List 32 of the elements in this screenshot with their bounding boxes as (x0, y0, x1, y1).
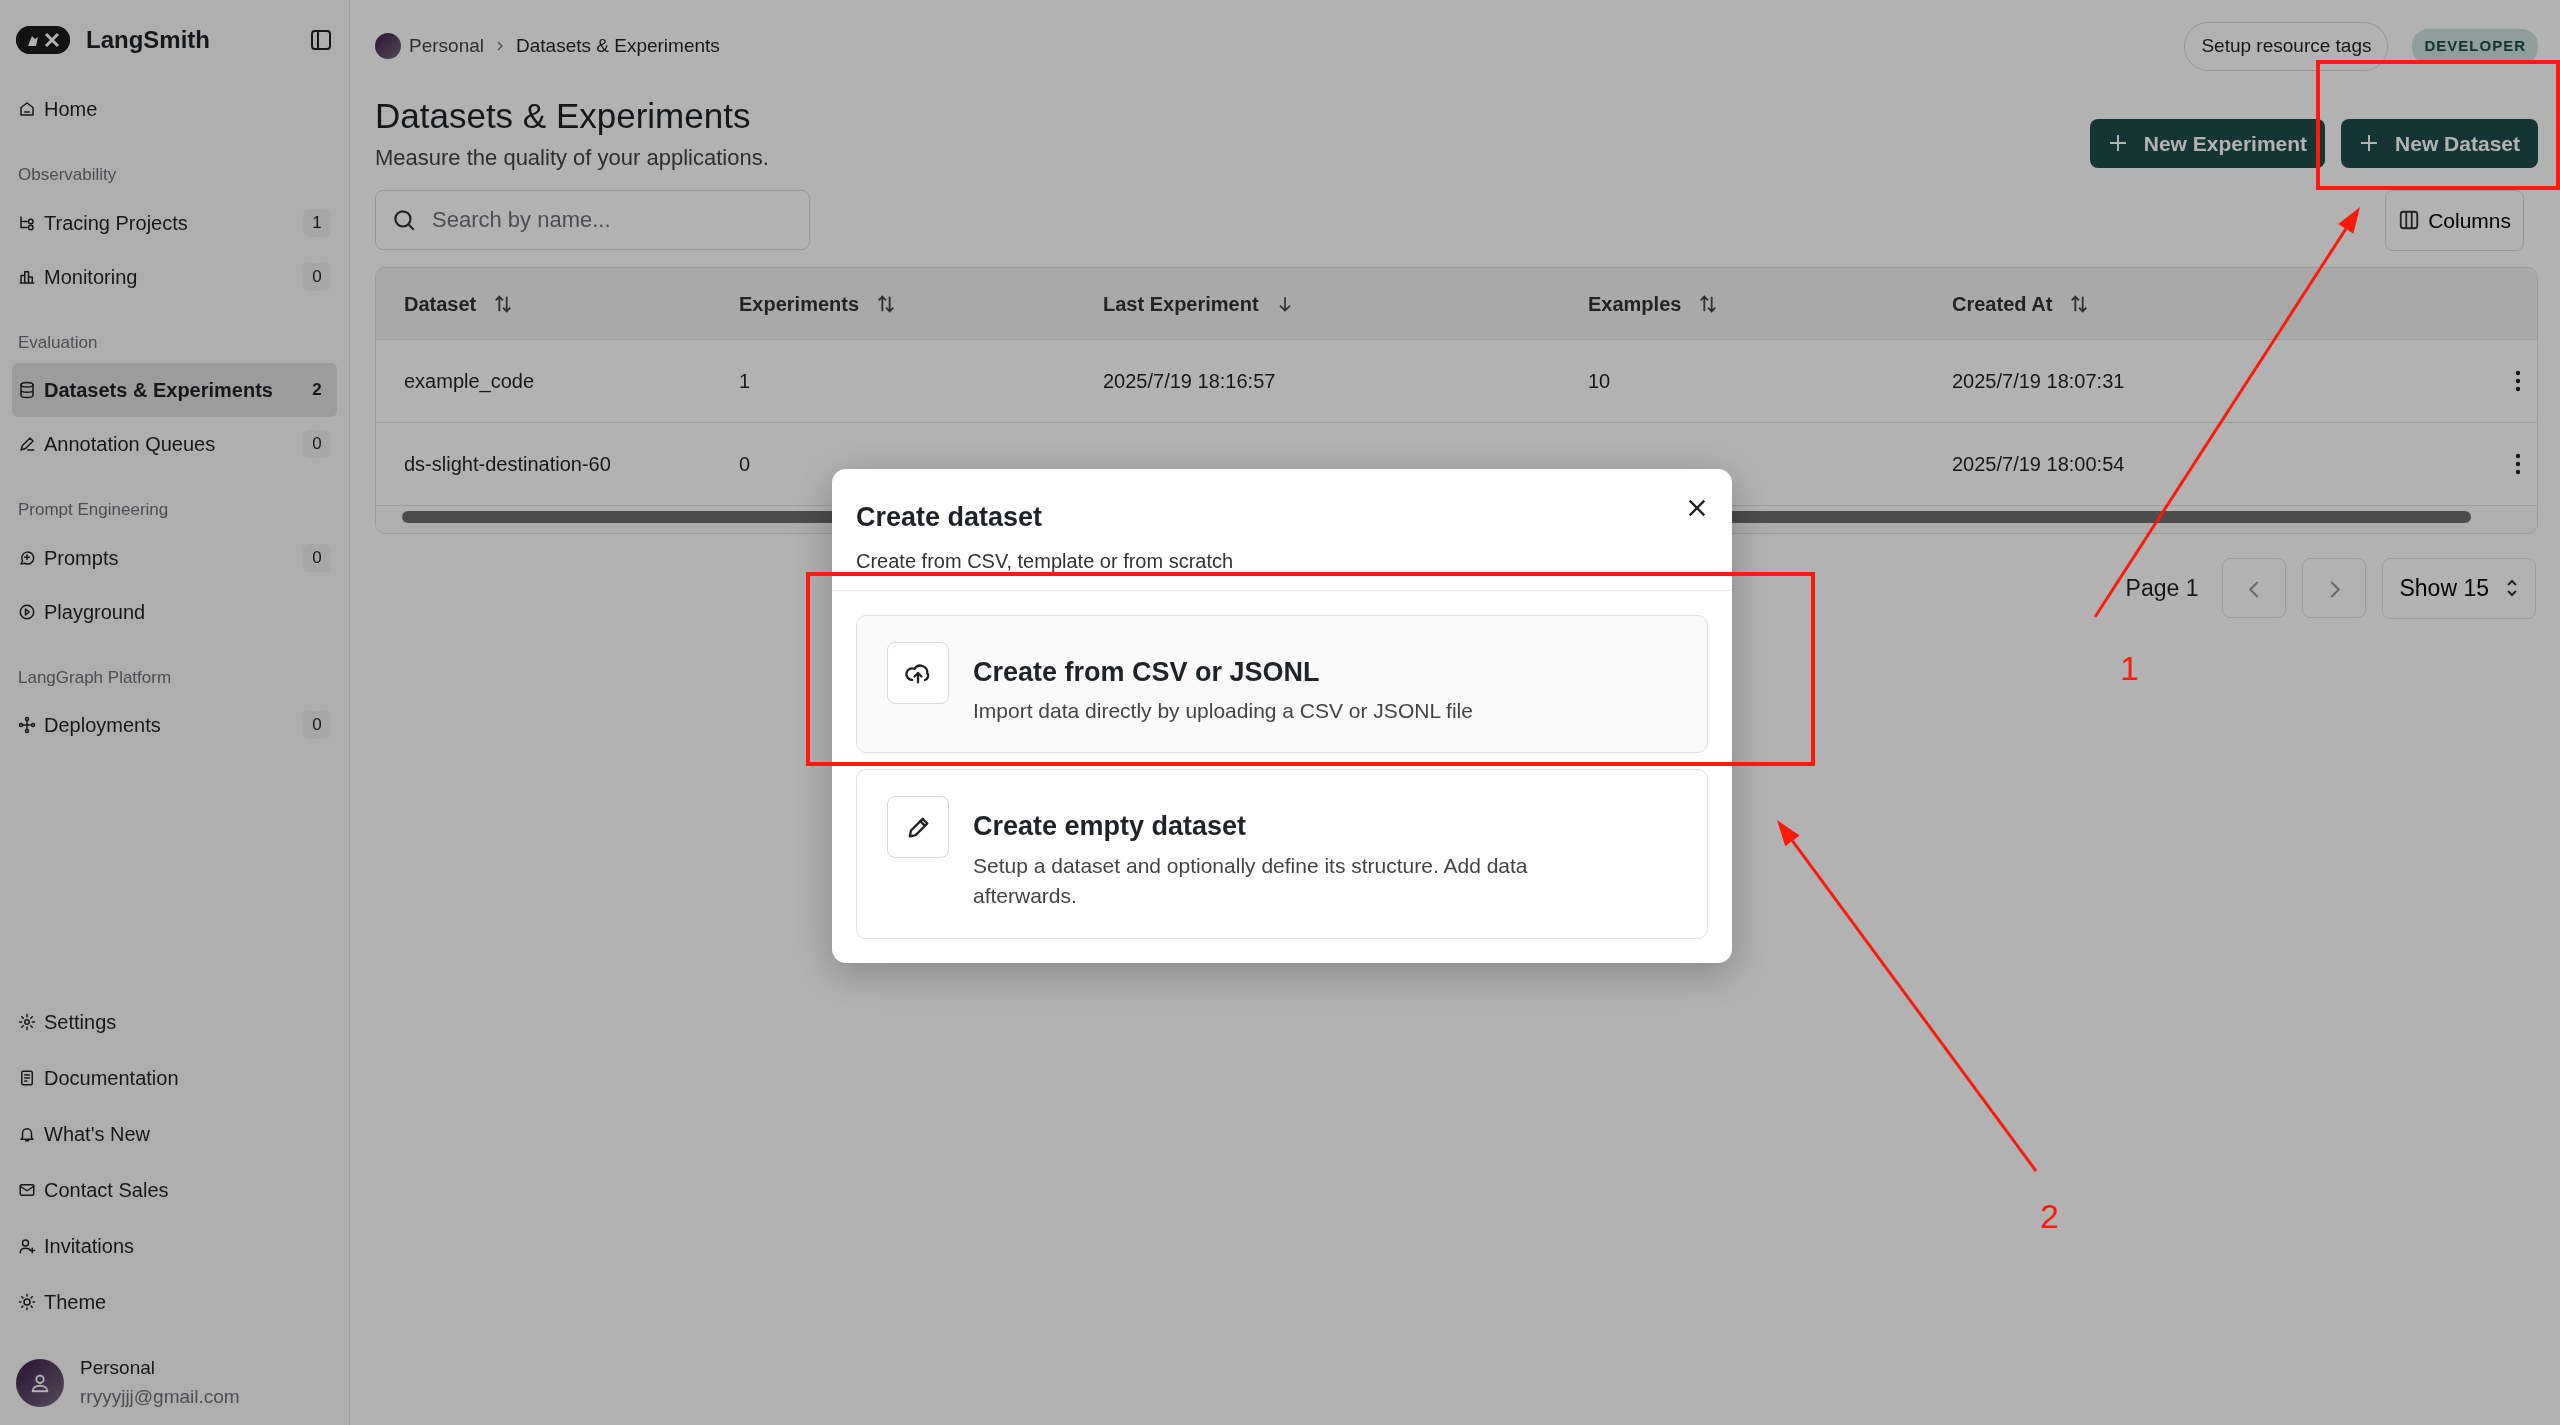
option-description: Import data directly by uploading a CSV or JSONL file (973, 698, 1473, 724)
section-heading: Prompt Engineering (17, 499, 170, 521)
item-count: 0 (303, 430, 331, 458)
table-cell: 0 (739, 453, 751, 475)
section-heading: LangGraph Platform (17, 666, 173, 689)
option-title: Create empty dataset (973, 810, 1248, 844)
table-cell: 10 (1588, 370, 1611, 392)
section-heading: Observability (17, 164, 118, 186)
table-cell: 2025/7/19 18:16:57 (1103, 370, 1276, 392)
table-cell: 2025/7/19 18:07:31 (1952, 370, 2125, 392)
user-name: Personal (80, 1356, 156, 1380)
page-indicator: Page 1 (2125, 574, 2199, 603)
annotation-number: 1 (2120, 649, 2139, 687)
dialog-title: Create dataset (856, 501, 1044, 534)
section-heading: Evaluation (17, 331, 99, 354)
page-title: Datasets & Experiments (375, 94, 752, 137)
item-count: 1 (303, 208, 331, 237)
dialog-subtitle: Create from CSV, template or from scratch (856, 548, 1234, 574)
option-description: Setup a dataset and optionally define its structure. Add data afterwards. (973, 852, 1529, 910)
table-cell: ds-slight-destination-60 (404, 453, 611, 475)
option-title: Create from CSV or JSONL (973, 655, 1321, 689)
annotation-number: 2 (2040, 1197, 2059, 1235)
item-count: 0 (303, 262, 331, 291)
table-cell: 1 (739, 370, 751, 392)
user-email: rryyyjjj@gmail.com (80, 1384, 240, 1409)
page-subtitle: Measure the quality of your applications. (375, 143, 769, 172)
item-count: 2 (311, 379, 323, 401)
brand-name: LangSmith (86, 25, 210, 55)
item-count: 0 (303, 543, 331, 572)
item-count: 0 (303, 711, 331, 739)
table-cell: 2025/7/19 18:00:54 (1952, 453, 2125, 475)
table-cell: example_code (404, 370, 535, 392)
